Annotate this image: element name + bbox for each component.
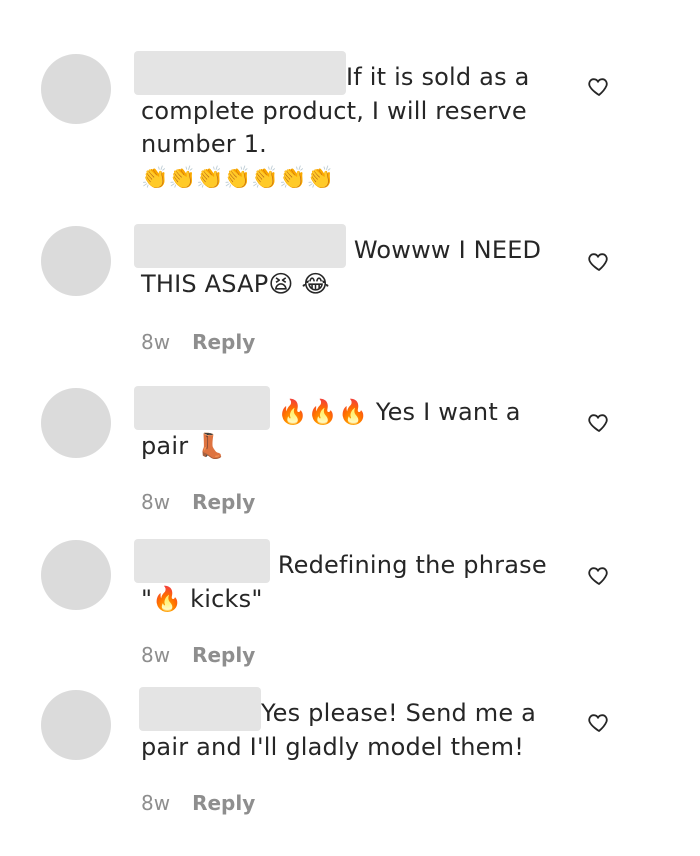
comment-timestamp: 8w <box>141 490 171 514</box>
comment-text-lead: Wowww I NEED <box>353 236 542 264</box>
reply-button[interactable]: Reply <box>192 490 255 514</box>
heart-outline-icon[interactable] <box>587 74 611 98</box>
comment-text-rest: pair 👢 <box>141 432 227 460</box>
comment-text: If it is sold as a complete product, I w… <box>134 51 541 194</box>
avatar[interactable] <box>41 388 111 458</box>
comment-text: 🔥🔥🔥 Yes I want a pair 👢 <box>134 386 531 463</box>
clapping-hands-emoji-row: 👏👏👏👏👏👏👏 <box>141 166 335 191</box>
comment-text-rest: complete product, I will reserve number … <box>141 97 527 158</box>
comment-timestamp: 8w <box>141 791 171 815</box>
username-redacted[interactable] <box>134 51 346 95</box>
heart-outline-icon[interactable] <box>587 410 611 434</box>
comment-timestamp: 8w <box>141 330 171 354</box>
comment-timestamp: 8w <box>141 643 171 667</box>
comment-meta: 8w Reply <box>141 490 255 514</box>
heart-outline-icon[interactable] <box>587 563 611 587</box>
comment-text-rest: THIS ASAP😫 😂 <box>141 270 330 298</box>
reply-button[interactable]: Reply <box>192 791 255 815</box>
comment-meta: 8w Reply <box>141 643 255 667</box>
comment-text-rest: "🔥 kicks" <box>141 585 263 613</box>
username-redacted[interactable] <box>134 224 346 268</box>
comment-meta: 8w Reply <box>141 791 255 815</box>
heart-outline-icon[interactable] <box>587 249 611 273</box>
comment-text-lead: Yes please! Send me a <box>261 699 537 727</box>
username-redacted[interactable] <box>134 386 270 430</box>
username-redacted[interactable] <box>139 687 261 731</box>
avatar[interactable] <box>41 54 111 124</box>
comment-text: Redefining the phrase "🔥 kicks" <box>134 539 551 616</box>
comment-text-lead: Redefining the phrase <box>277 551 547 579</box>
avatar[interactable] <box>41 540 111 610</box>
comment-meta: 8w Reply <box>141 330 255 354</box>
comment-text-rest: pair and I'll gladly model them! <box>141 733 525 761</box>
comment-text-lead: 🔥🔥🔥 Yes I want a <box>277 398 521 426</box>
avatar[interactable] <box>41 226 111 296</box>
heart-outline-icon[interactable] <box>587 710 611 734</box>
reply-button[interactable]: Reply <box>192 643 255 667</box>
username-redacted[interactable] <box>134 539 270 583</box>
comment-text-lead: If it is sold as a <box>346 63 530 91</box>
comment-text: Yes please! Send me a pair and I'll glad… <box>139 687 541 764</box>
reply-button[interactable]: Reply <box>192 330 255 354</box>
avatar[interactable] <box>41 690 111 760</box>
comment-text: Wowww I NEED THIS ASAP😫 😂 <box>134 224 551 301</box>
